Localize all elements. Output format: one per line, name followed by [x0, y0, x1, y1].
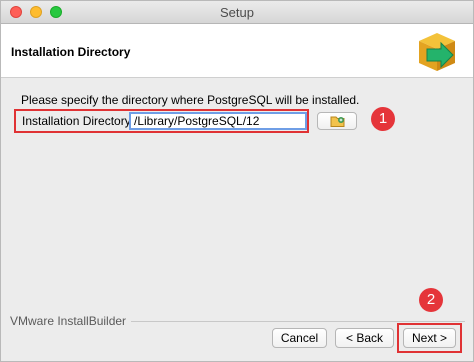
- step-2-badge: 2: [419, 288, 443, 312]
- cancel-button[interactable]: Cancel: [272, 328, 327, 348]
- folder-open-icon: [330, 116, 345, 127]
- back-button[interactable]: < Back: [335, 328, 394, 348]
- setup-window: Setup Installation Directory Please spec…: [0, 0, 474, 362]
- installer-logo-icon: [419, 33, 455, 71]
- title-bar: Setup: [1, 1, 473, 24]
- step-1-badge: 1: [371, 107, 395, 131]
- window-title: Setup: [220, 5, 254, 20]
- browse-folder-button[interactable]: [317, 112, 357, 130]
- installation-directory-label: Installation Directory: [22, 114, 131, 128]
- footer-divider: [131, 321, 465, 322]
- page-header: Installation Directory: [1, 24, 473, 78]
- footer-brand: VMware InstallBuilder: [10, 314, 127, 328]
- directory-prompt: Please specify the directory where Postg…: [21, 93, 360, 107]
- installation-directory-input[interactable]: [129, 112, 307, 130]
- next-button[interactable]: Next >: [403, 328, 456, 348]
- page-title: Installation Directory: [11, 45, 131, 59]
